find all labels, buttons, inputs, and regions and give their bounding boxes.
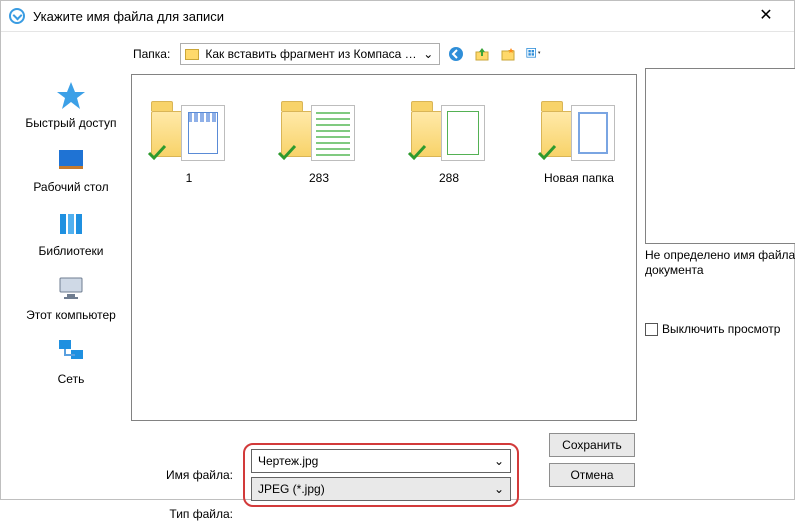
chevron-down-icon: ⌄ bbox=[494, 482, 504, 496]
highlight-box: Чертеж.jpg ⌄ JPEG (*.jpg) ⌄ bbox=[243, 443, 519, 507]
checkmark-icon bbox=[277, 142, 297, 165]
window-title: Укажите имя файла для записи bbox=[33, 9, 224, 24]
filename-label: Имя файла: bbox=[153, 468, 233, 482]
titlebar: Укажите имя файла для записи ✕ bbox=[1, 1, 794, 31]
file-list[interactable]: 1 283 bbox=[131, 74, 637, 421]
thumbnail-icon bbox=[311, 105, 355, 161]
filename-combo[interactable]: Чертеж.jpg ⌄ bbox=[251, 449, 511, 473]
this-pc-icon bbox=[55, 272, 87, 304]
libraries-icon bbox=[55, 208, 87, 240]
folder-value: Как вставить фрагмент из Компаса в Вор bbox=[205, 47, 421, 61]
place-label: Сеть bbox=[11, 372, 131, 386]
place-desktop[interactable]: Рабочий стол bbox=[11, 144, 131, 194]
place-label: Библиотеки bbox=[11, 244, 131, 258]
folder-combo[interactable]: Как вставить фрагмент из Компаса в Вор ⌄ bbox=[180, 43, 440, 65]
preview-pane bbox=[645, 68, 795, 244]
item-name: 1 bbox=[144, 171, 234, 185]
place-quick-access[interactable]: Быстрый доступ bbox=[11, 80, 131, 130]
filetype-label: Тип файла: bbox=[153, 507, 233, 521]
item-name: 288 bbox=[404, 171, 494, 185]
nav-new-folder-button[interactable] bbox=[498, 44, 518, 64]
desktop-icon bbox=[55, 144, 87, 176]
folder-item[interactable]: 283 bbox=[274, 91, 364, 185]
nav-back-button[interactable] bbox=[446, 44, 466, 64]
thumbnail-icon bbox=[571, 105, 615, 161]
place-network[interactable]: Сеть bbox=[11, 336, 131, 386]
save-dialog: Укажите имя файла для записи ✕ Быстрый д… bbox=[0, 0, 795, 500]
item-name: 283 bbox=[274, 171, 364, 185]
chevron-down-icon: ⌄ bbox=[421, 47, 435, 61]
checkmark-icon bbox=[537, 142, 557, 165]
place-label: Рабочий стол bbox=[11, 180, 131, 194]
save-button[interactable]: Сохранить bbox=[549, 433, 635, 457]
filetype-combo[interactable]: JPEG (*.jpg) ⌄ bbox=[251, 477, 511, 501]
checkmark-icon bbox=[407, 142, 427, 165]
item-name: Новая папка bbox=[534, 171, 624, 185]
disable-preview-label: Выключить просмотр bbox=[662, 322, 780, 336]
disable-preview-checkbox[interactable] bbox=[645, 323, 658, 336]
folder-item[interactable]: 1 bbox=[144, 91, 234, 185]
folder-item[interactable]: Новая папка bbox=[534, 91, 624, 185]
folder-icon bbox=[185, 49, 199, 60]
folder-item[interactable]: 288 bbox=[404, 91, 494, 185]
place-libraries[interactable]: Библиотеки bbox=[11, 208, 131, 258]
thumbnail-icon bbox=[181, 105, 225, 161]
place-label: Быстрый доступ bbox=[11, 116, 131, 130]
nav-view-menu-button[interactable] bbox=[524, 44, 544, 64]
chevron-down-icon: ⌄ bbox=[494, 454, 504, 468]
star-icon bbox=[55, 80, 87, 112]
app-icon bbox=[9, 8, 25, 24]
place-label: Этот компьютер bbox=[11, 308, 131, 322]
nav-up-button[interactable] bbox=[472, 44, 492, 64]
checkmark-icon bbox=[147, 142, 167, 165]
filename-value: Чертеж.jpg bbox=[258, 454, 318, 468]
filetype-value: JPEG (*.jpg) bbox=[258, 482, 325, 496]
preview-status: Не определено имя файла документа bbox=[645, 248, 795, 278]
cancel-button[interactable]: Отмена bbox=[549, 463, 635, 487]
places-bar: Быстрый доступ Рабочий стол Библиотеки bbox=[11, 40, 131, 489]
thumbnail-icon bbox=[441, 105, 485, 161]
folder-row: Папка: Как вставить фрагмент из Компаса … bbox=[131, 40, 637, 68]
place-this-pc[interactable]: Этот компьютер bbox=[11, 272, 131, 322]
folder-label: Папка: bbox=[133, 47, 170, 61]
close-button[interactable]: ✕ bbox=[746, 1, 786, 31]
network-icon bbox=[55, 336, 87, 368]
